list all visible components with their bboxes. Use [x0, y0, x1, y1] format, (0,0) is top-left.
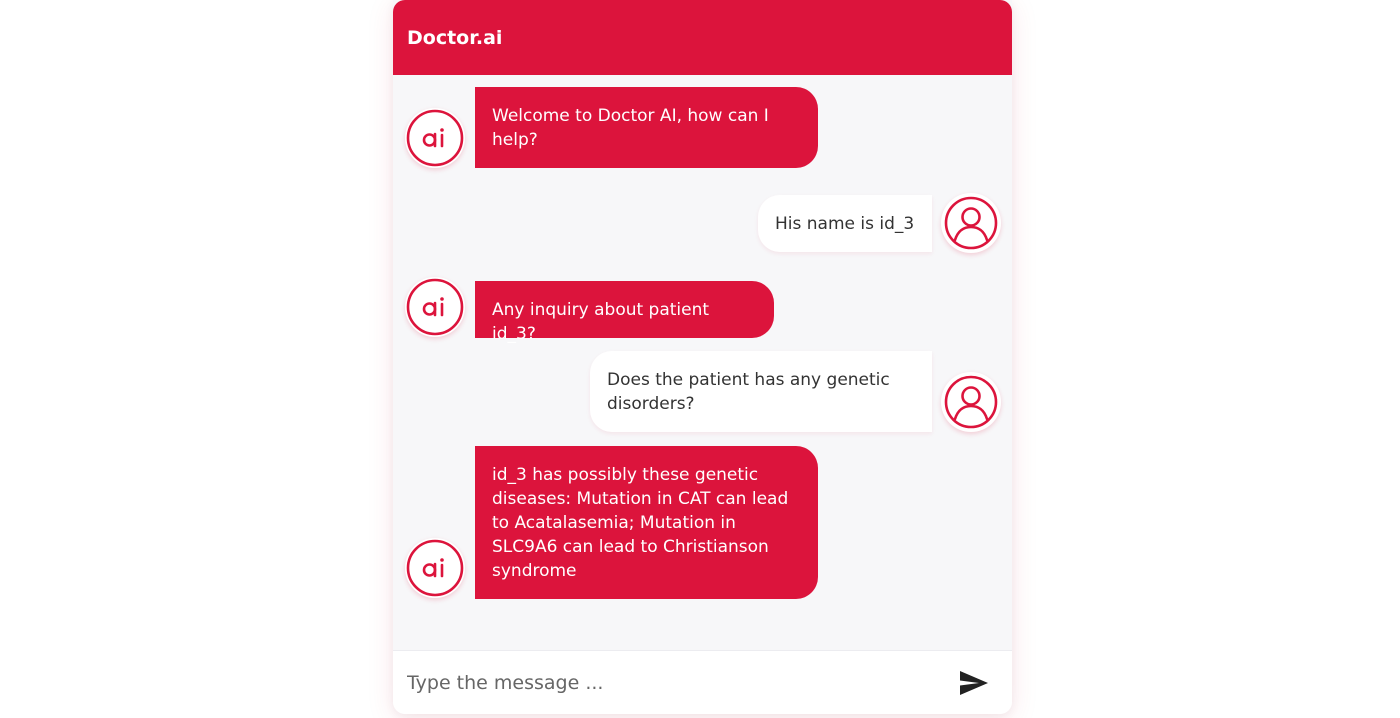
message-line: Any inquiry about patient id_3? [492, 300, 710, 344]
user-profile-icon [944, 375, 998, 429]
message-line: SLC9A6 can lead to Christianson [492, 537, 769, 557]
bot-message: Welcome to Doctor AI, how can I help? [475, 87, 818, 168]
bot-avatar [405, 538, 465, 598]
user-message: His name is id_3 [758, 195, 932, 252]
message-input[interactable] [393, 651, 933, 714]
message-line: disorders? [607, 394, 695, 414]
message-line: syndrome [492, 561, 577, 581]
message-line: help? [492, 130, 538, 150]
bot-message: id_3 has possibly these genetic diseases… [475, 446, 818, 599]
ai-logo-icon [406, 278, 464, 336]
ai-logo-icon [406, 109, 464, 167]
chat-header: Doctor.ai [393, 0, 1012, 75]
send-icon [960, 671, 988, 695]
send-button[interactable] [954, 665, 994, 701]
bot-message: Any inquiry about patient id_3? [475, 281, 774, 344]
message-line: to Acatalasemia; Mutation in [492, 513, 736, 533]
message-line: diseases: Mutation in CAT can lead [492, 489, 789, 509]
ai-logo-icon [406, 539, 464, 597]
user-avatar [941, 372, 1001, 432]
user-avatar [941, 193, 1001, 253]
message-line: His name is id_3 [775, 214, 915, 234]
message-line: id_3 has possibly these genetic [492, 465, 759, 485]
message-line: Does the patient has any genetic [607, 370, 890, 390]
message-composer [393, 650, 1012, 714]
app-title: Doctor.ai [407, 27, 503, 49]
bot-avatar [405, 108, 465, 168]
user-message: Does the patient has any genetic disorde… [590, 351, 932, 432]
message-line: Welcome to Doctor AI, how can I [492, 106, 769, 126]
user-profile-icon [944, 196, 998, 250]
bot-avatar [405, 277, 465, 337]
chat-window: Doctor.ai Welcome to Doctor AI, how can … [393, 0, 1012, 714]
